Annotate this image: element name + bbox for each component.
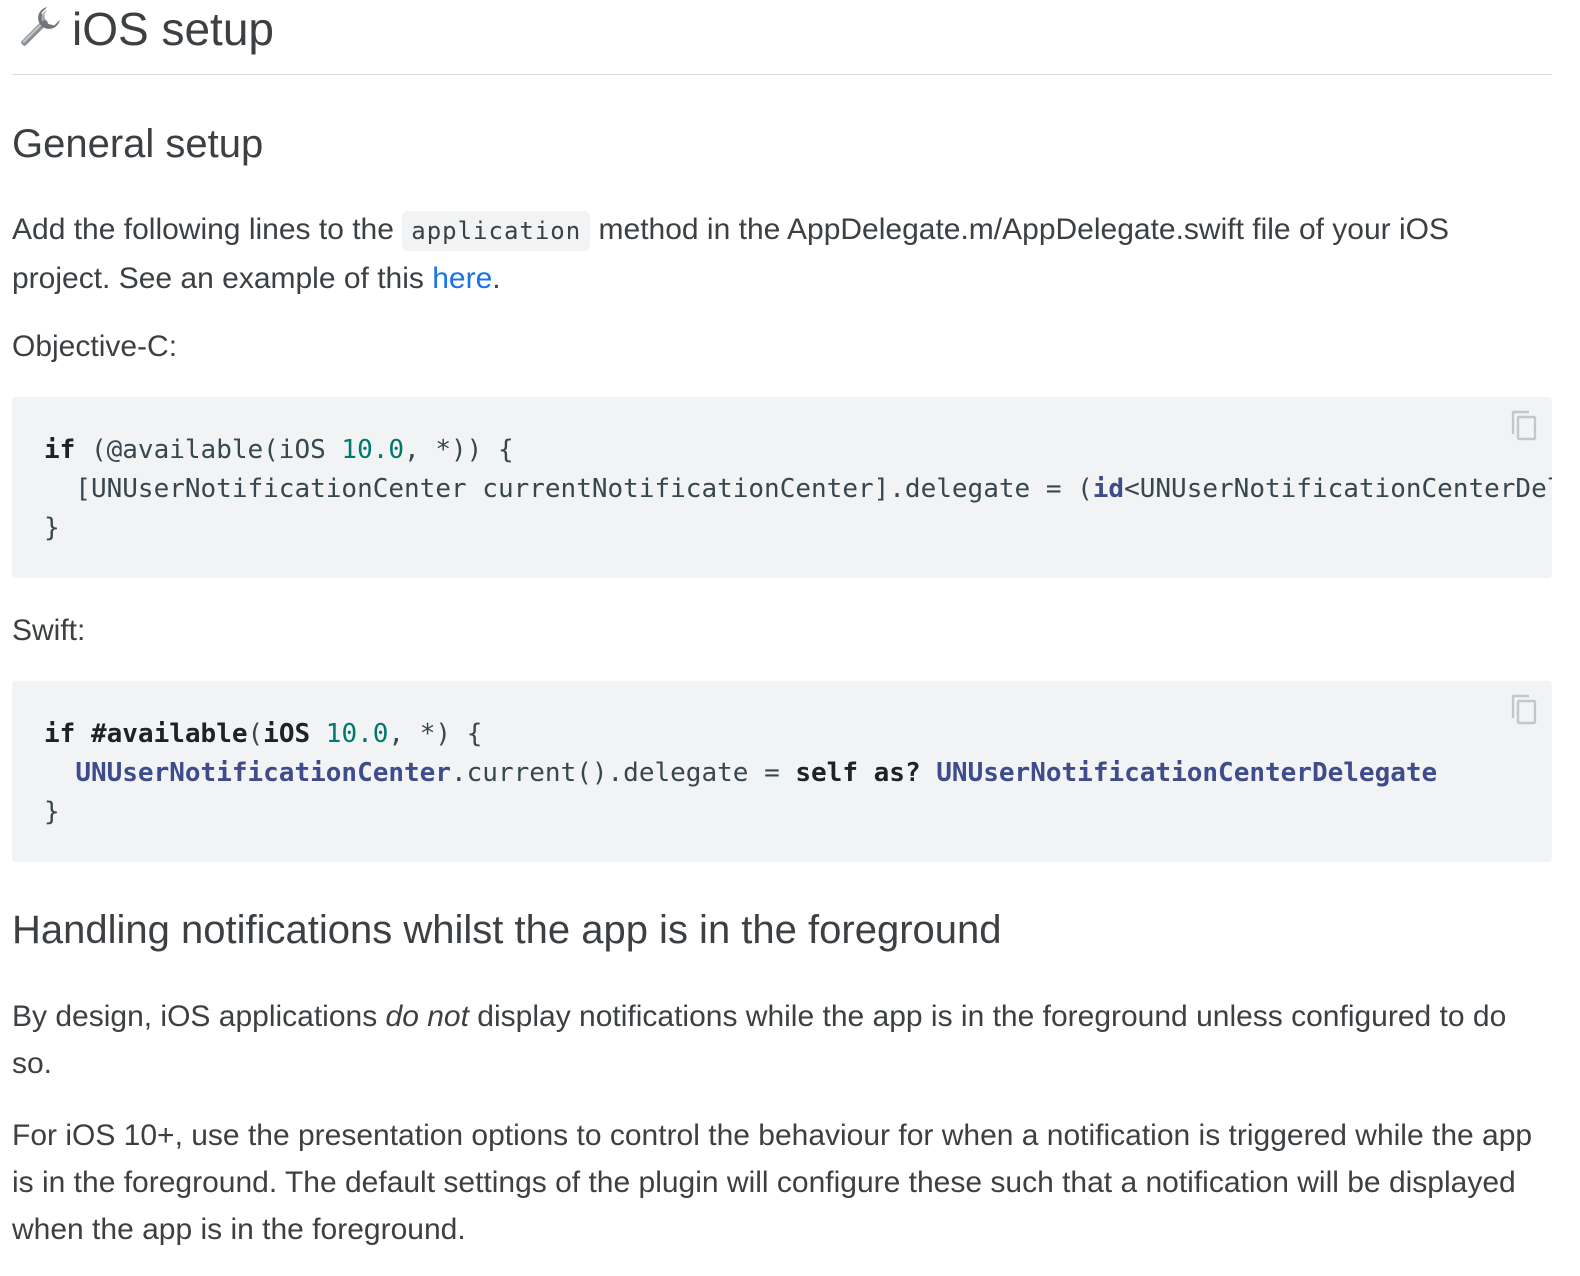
example-link[interactable]: here (432, 262, 492, 295)
code-block-objc: if (@available(iOS 10.0, *)) { [UNUserNo… (12, 397, 1552, 578)
intro-text-before: Add the following lines to the (12, 213, 403, 246)
code-type: UNUserNotificationCenter (75, 758, 451, 788)
code-number: 10.0 (341, 435, 405, 465)
swift-label: Swift: (12, 614, 86, 647)
code-text: , *) { (388, 719, 483, 749)
section-heading-general: General setup (12, 122, 264, 166)
code-keyword: id (1092, 474, 1125, 504)
code-text: <UNUserNotificationCenterDelegate>) self… (1124, 474, 1552, 504)
code-keyword: as? (873, 758, 921, 788)
code-objc: if (@available(iOS 10.0, *)) { [UNUserNo… (12, 397, 1552, 548)
page-title-text: iOS setup (72, 3, 274, 55)
code-swift: if #available(iOS 10.0, *) { UNUserNotif… (12, 681, 1552, 832)
code-text: } (44, 797, 60, 827)
code-text: , *)) { (404, 435, 514, 465)
code-keyword: self (795, 758, 858, 788)
p1-text-before: By design, iOS applications (12, 1000, 386, 1033)
inline-code-application: application (402, 211, 591, 251)
code-text: [UNUserNotificationCenter currentNotific… (44, 474, 1093, 504)
code-keyword: #available (90, 719, 248, 749)
section-heading-foreground: Handling notifications whilst the app is… (12, 908, 1002, 952)
p1-emphasis: do not (385, 1000, 469, 1033)
copy-icon[interactable] (1510, 409, 1538, 443)
general-intro-paragraph: Add the following lines to the applicati… (12, 206, 1552, 302)
code-text: .current().delegate = (451, 758, 796, 788)
code-text: (@available(iOS (75, 435, 342, 465)
code-keyword: if (44, 719, 76, 749)
intro-text-end: . (492, 262, 501, 295)
page-title: iOS setup (12, 0, 1552, 75)
code-number: 10.0 (325, 719, 389, 749)
code-type: UNUserNotificationCenterDelegate (936, 758, 1438, 788)
copy-icon[interactable] (1510, 693, 1538, 727)
wrench-icon (21, 7, 60, 46)
objc-label: Objective-C: (12, 330, 178, 363)
code-keyword: iOS (263, 719, 311, 749)
foreground-paragraph-2: For iOS 10+, use the presentation option… (12, 1119, 1533, 1246)
code-keyword: if (44, 435, 76, 465)
code-block-swift: if #available(iOS 10.0, *) { UNUserNotif… (12, 681, 1552, 862)
foreground-paragraph-1: By design, iOS applications do not displ… (12, 993, 1552, 1087)
code-text: } (44, 513, 60, 543)
docs-page: iOS setup General setup Add the followin… (0, 0, 1580, 1246)
code-text: ( (247, 719, 264, 749)
